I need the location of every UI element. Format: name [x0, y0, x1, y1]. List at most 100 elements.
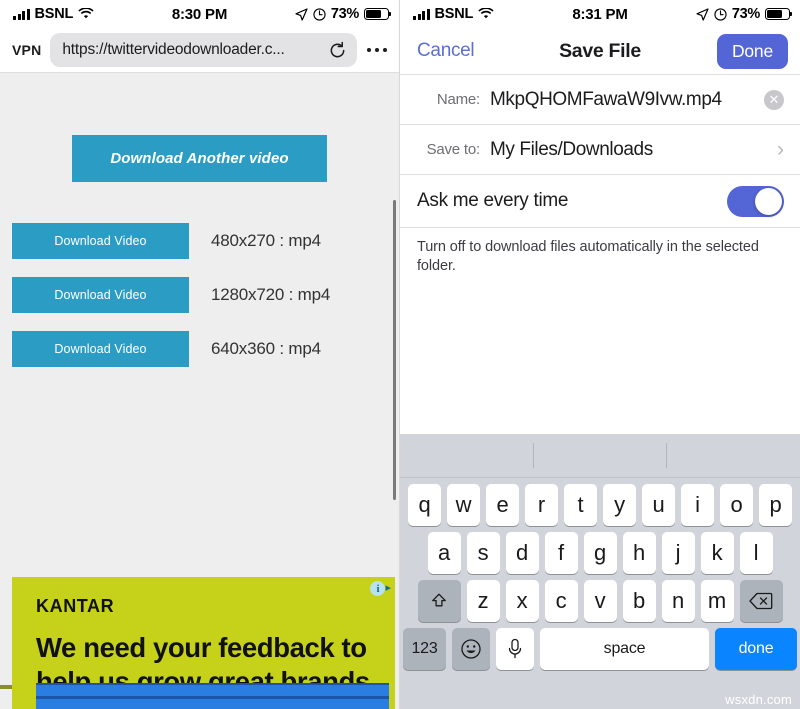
left-screen-safari: BSNL 8:30 PM 73% VPN https://twittervide… — [0, 0, 400, 709]
reload-icon[interactable] — [328, 41, 347, 60]
key-k[interactable]: k — [700, 532, 734, 574]
keyboard-row-1: q w e r t y u i o p — [400, 478, 800, 526]
emoji-smiley-icon[interactable] — [452, 628, 490, 670]
wifi-icon — [78, 8, 94, 19]
key-g[interactable]: g — [583, 532, 617, 574]
key-z[interactable]: z — [466, 580, 500, 622]
ask-me-every-time-row[interactable]: Ask me every time — [400, 175, 800, 227]
kantar-ad-banner[interactable]: i ▸ KANTAR We need your feedback to help… — [12, 577, 395, 709]
carrier-name: BSNL — [34, 6, 74, 22]
key-n[interactable]: n — [661, 580, 695, 622]
signal-bars-icon — [13, 8, 30, 20]
key-i[interactable]: i — [681, 484, 714, 526]
name-input[interactable]: MkpQHOMFawaW9Ivw.mp4 — [490, 89, 754, 111]
key-a[interactable]: a — [427, 532, 461, 574]
cancel-button[interactable]: Cancel — [417, 40, 475, 62]
space-key[interactable]: space — [540, 628, 709, 670]
status-bar-right: 73% — [696, 6, 793, 22]
emoji-smiley-glyph — [461, 639, 481, 659]
key-l[interactable]: l — [739, 532, 773, 574]
microphone-icon[interactable] — [496, 628, 534, 670]
url-text: https://twittervideodownloader.c... — [62, 41, 285, 58]
location-arrow-icon — [295, 7, 308, 21]
ask-me-every-time-label: Ask me every time — [417, 190, 569, 211]
key-m[interactable]: m — [700, 580, 734, 622]
adchoices-info-icon[interactable]: i — [370, 581, 386, 596]
shift-arrow-icon[interactable] — [417, 580, 461, 622]
key-b[interactable]: b — [622, 580, 656, 622]
clear-icon[interactable]: ✕ — [764, 89, 784, 110]
shift-arrow-glyph — [432, 593, 446, 607]
key-x[interactable]: x — [505, 580, 539, 622]
name-row[interactable]: Name: MkpQHOMFawaW9Ivw.mp4 ✕ — [400, 75, 800, 124]
status-bar-left: BSNL — [13, 6, 94, 22]
ad-brand-name: KANTAR — [36, 596, 115, 616]
keyboard-row-4: 123 space done — [400, 622, 800, 670]
download-option-row: Download Video 640x360 : mp4 — [0, 331, 399, 367]
key-y[interactable]: y — [603, 484, 636, 526]
key-c[interactable]: c — [544, 580, 578, 622]
key-u[interactable]: u — [642, 484, 675, 526]
key-e[interactable]: e — [486, 484, 519, 526]
download-another-video-button[interactable]: Download Another video — [72, 135, 327, 182]
left-status-bar: BSNL 8:30 PM 73% — [0, 0, 399, 28]
done-key[interactable]: done — [715, 628, 797, 670]
download-video-button[interactable]: Download Video — [12, 331, 189, 367]
done-button[interactable]: Done — [716, 33, 788, 69]
backspace-icon[interactable] — [739, 580, 783, 622]
download-resolution-label: 1280x720 : mp4 — [211, 285, 331, 304]
predictive-text-bar[interactable] — [400, 434, 800, 478]
predictive-divider — [533, 443, 534, 468]
download-option-row: Download Video 1280x720 : mp4 — [0, 277, 399, 313]
ios-keyboard: q w e r t y u i o p a s d f g h j k l z … — [400, 434, 800, 709]
download-resolution-label: 480x270 : mp4 — [211, 231, 321, 250]
key-v[interactable]: v — [583, 580, 617, 622]
url-field[interactable]: https://twittervideodownloader.c... — [50, 33, 357, 67]
right-screen-save-file: BSNL 8:31 PM 73% Cancel Save File Done N… — [400, 0, 800, 709]
vpn-indicator: VPN — [12, 42, 42, 58]
key-j[interactable]: j — [661, 532, 695, 574]
page-scrollbar[interactable] — [392, 200, 396, 500]
download-video-button[interactable]: Download Video — [12, 277, 189, 313]
adchoices-arrow-icon[interactable]: ▸ — [385, 583, 391, 594]
key-o[interactable]: o — [720, 484, 753, 526]
backspace-glyph — [749, 592, 773, 610]
chevron-right-icon[interactable]: › — [777, 139, 784, 160]
name-label: Name: — [436, 91, 480, 108]
adchoices-badge[interactable]: i ▸ — [370, 581, 391, 596]
ask-me-every-time-toggle[interactable] — [727, 185, 784, 217]
ad-cta-inner-bar — [36, 696, 389, 699]
download-video-button[interactable]: Download Video — [12, 223, 189, 259]
keyboard-row-3: z x c v b n m — [400, 574, 800, 622]
key-r[interactable]: r — [525, 484, 558, 526]
key-w[interactable]: w — [447, 484, 480, 526]
save-to-value: My Files/Downloads — [490, 138, 653, 160]
primary-button-area: Download Another video — [0, 73, 399, 182]
download-resolution-label: 640x360 : mp4 — [211, 339, 321, 358]
battery-icon — [364, 8, 392, 20]
battery-icon — [765, 8, 793, 20]
save-to-row[interactable]: Save to: My Files/Downloads › — [400, 125, 800, 174]
key-d[interactable]: d — [505, 532, 539, 574]
ad-cta-button[interactable] — [36, 683, 389, 709]
orientation-lock-icon — [714, 7, 727, 21]
wifi-icon — [478, 8, 494, 19]
right-status-bar: BSNL 8:31 PM 73% — [400, 0, 800, 28]
battery-percent: 73% — [330, 6, 359, 22]
status-bar-left: BSNL — [413, 6, 494, 22]
key-s[interactable]: s — [466, 532, 500, 574]
key-t[interactable]: t — [564, 484, 597, 526]
key-p[interactable]: p — [759, 484, 792, 526]
key-f[interactable]: f — [544, 532, 578, 574]
numbers-key[interactable]: 123 — [403, 628, 446, 670]
more-dots-icon[interactable] — [366, 44, 389, 57]
sheet-empty-space — [400, 276, 800, 434]
key-h[interactable]: h — [622, 532, 656, 574]
microphone-glyph — [508, 638, 522, 659]
keyboard-row-2: a s d f g h j k l — [400, 526, 800, 574]
footnote-text: Turn off to download files automatically… — [417, 239, 759, 275]
key-q[interactable]: q — [408, 484, 441, 526]
webpage-content: Download Another video Download Video 48… — [0, 72, 399, 709]
dual-screenshot-container: BSNL 8:30 PM 73% VPN https://twittervide… — [0, 0, 800, 709]
save-to-label: Save to: — [426, 141, 481, 158]
